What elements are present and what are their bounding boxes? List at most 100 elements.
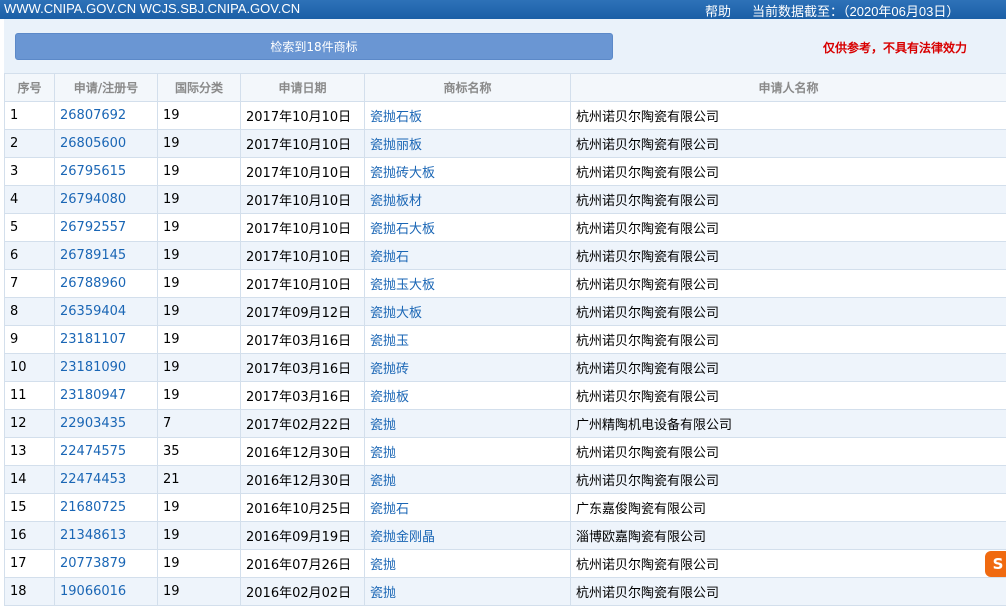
top-bar: WWW.CNIPA.GOV.CN WCJS.SBJ.CNIPA.GOV.CN 帮… (0, 0, 1006, 19)
row-index: 5 (10, 220, 19, 235)
table-cell: 杭州诺贝尔陶瓷有限公司 (570, 269, 1006, 298)
trademark-name-link[interactable]: 瓷抛板材 (370, 194, 422, 209)
table-cell: 瓷抛砖 (364, 353, 571, 382)
trademark-name-link[interactable]: 瓷抛石 (370, 502, 409, 517)
results-table: 序号 申请/注册号 国际分类 申请日期 商标名称 申请人名称 1 26807692… (4, 73, 1006, 606)
application-date: 2017年02月22日 (246, 418, 352, 433)
registration-number-link[interactable]: 26794080 (60, 192, 126, 207)
application-date: 2016年12月30日 (246, 446, 352, 461)
trademark-name-link[interactable]: 瓷抛石 (370, 250, 409, 265)
table-cell: 17 (4, 549, 55, 578)
registration-number-link[interactable]: 26792557 (60, 220, 126, 235)
sogou-input-icon[interactable]: S (985, 551, 1006, 577)
table-row: 16 21348613 19 2016年09月19日 瓷抛金刚晶 淄博欧嘉陶瓷有限公司 (4, 521, 1006, 550)
registration-number-link[interactable]: 26807692 (60, 108, 126, 123)
trademark-name-link[interactable]: 瓷抛砖 (370, 362, 409, 377)
applicant-name: 杭州诺贝尔陶瓷有限公司 (576, 334, 720, 349)
table-cell: 2017年10月10日 (240, 269, 365, 298)
registration-number-link[interactable]: 23181090 (60, 360, 126, 375)
row-index: 9 (10, 332, 19, 347)
help-link[interactable]: 帮助 (705, 1, 731, 20)
trademark-name-link[interactable]: 瓷抛 (370, 418, 396, 433)
international-class: 35 (163, 444, 180, 459)
table-cell: 瓷抛石大板 (364, 213, 571, 242)
table-cell: 杭州诺贝尔陶瓷有限公司 (570, 437, 1006, 466)
trademark-name-link[interactable]: 瓷抛玉大板 (370, 278, 435, 293)
table-cell: 8 (4, 297, 55, 326)
international-class: 19 (163, 108, 180, 123)
table-cell: 广州精陶机电设备有限公司 (570, 409, 1006, 438)
application-date: 2017年10月10日 (246, 194, 352, 209)
registration-number-link[interactable]: 20773879 (60, 556, 126, 571)
registration-number-link[interactable]: 26789145 (60, 248, 126, 263)
table-row: 14 22474453 21 2016年12月30日 瓷抛 杭州诺贝尔陶瓷有限公司 (4, 465, 1006, 494)
table-cell: 杭州诺贝尔陶瓷有限公司 (570, 381, 1006, 410)
table-cell: 瓷抛 (364, 465, 571, 494)
trademark-name-link[interactable]: 瓷抛 (370, 474, 396, 489)
trademark-name-link[interactable]: 瓷抛大板 (370, 306, 422, 321)
application-date: 2017年10月10日 (246, 250, 352, 265)
table-cell: 2016年02月02日 (240, 577, 365, 606)
table-row: 8 26359404 19 2017年09月12日 瓷抛大板 杭州诺贝尔陶瓷有限公司 (4, 297, 1006, 326)
trademark-name-link[interactable]: 瓷抛砖大板 (370, 166, 435, 181)
table-cell: 26807692 (54, 101, 158, 130)
registration-number-link[interactable]: 22474453 (60, 472, 126, 487)
registration-number-link[interactable]: 26795615 (60, 164, 126, 179)
registration-number-link[interactable]: 23181107 (60, 332, 126, 347)
application-date: 2017年10月10日 (246, 166, 352, 181)
registration-number-link[interactable]: 21348613 (60, 528, 126, 543)
trademark-name-link[interactable]: 瓷抛板 (370, 390, 409, 405)
trademark-name-link[interactable]: 瓷抛石大板 (370, 222, 435, 237)
applicant-name: 杭州诺贝尔陶瓷有限公司 (576, 138, 720, 153)
registration-number-link[interactable]: 19066016 (60, 584, 126, 599)
trademark-name-link[interactable]: 瓷抛金刚晶 (370, 530, 435, 545)
row-index: 11 (10, 388, 27, 403)
registration-number-link[interactable]: 21680725 (60, 500, 126, 515)
trademark-name-link[interactable]: 瓷抛丽板 (370, 138, 422, 153)
result-count-button[interactable]: 检索到18件商标 (15, 33, 613, 60)
table-cell: 杭州诺贝尔陶瓷有限公司 (570, 353, 1006, 382)
table-cell: 19 (157, 269, 241, 298)
table-cell: 13 (4, 437, 55, 466)
row-index: 8 (10, 304, 19, 319)
registration-number-link[interactable]: 22474575 (60, 444, 126, 459)
registration-number-link[interactable]: 26788960 (60, 276, 126, 291)
table-cell: 19 (157, 353, 241, 382)
table-cell: 杭州诺贝尔陶瓷有限公司 (570, 129, 1006, 158)
table-cell: 14 (4, 465, 55, 494)
row-index: 18 (10, 584, 27, 599)
site-domains: WWW.CNIPA.GOV.CN WCJS.SBJ.CNIPA.GOV.CN (4, 1, 301, 16)
table-cell: 20773879 (54, 549, 158, 578)
applicant-name: 淄博欧嘉陶瓷有限公司 (576, 530, 707, 545)
trademark-name-link[interactable]: 瓷抛 (370, 446, 396, 461)
row-index: 12 (10, 416, 27, 431)
table-cell: 2017年10月10日 (240, 241, 365, 270)
international-class: 19 (163, 192, 180, 207)
table-cell: 瓷抛板 (364, 381, 571, 410)
column-header-date: 申请日期 (240, 73, 365, 102)
applicant-name: 杭州诺贝尔陶瓷有限公司 (576, 306, 720, 321)
application-date: 2017年03月16日 (246, 334, 352, 349)
row-index: 6 (10, 248, 19, 263)
table-cell: 瓷抛石 (364, 493, 571, 522)
trademark-name-link[interactable]: 瓷抛石板 (370, 110, 422, 125)
registration-number-link[interactable]: 26805600 (60, 136, 126, 151)
table-cell: 瓷抛 (364, 409, 571, 438)
table-header-row: 序号 申请/注册号 国际分类 申请日期 商标名称 申请人名称 (4, 73, 1006, 102)
trademark-name-link[interactable]: 瓷抛 (370, 586, 396, 601)
table-cell: 10 (4, 353, 55, 382)
table-row: 17 20773879 19 2016年07月26日 瓷抛 杭州诺贝尔陶瓷有限公司 (4, 549, 1006, 578)
row-index: 2 (10, 136, 19, 151)
international-class: 19 (163, 332, 180, 347)
table-cell: 2016年10月25日 (240, 493, 365, 522)
row-index: 15 (10, 500, 27, 515)
table-cell: 2017年03月16日 (240, 381, 365, 410)
registration-number-link[interactable]: 23180947 (60, 388, 126, 403)
trademark-name-link[interactable]: 瓷抛 (370, 558, 396, 573)
application-date: 2017年10月10日 (246, 110, 352, 125)
applicant-name: 杭州诺贝尔陶瓷有限公司 (576, 390, 720, 405)
trademark-name-link[interactable]: 瓷抛玉 (370, 334, 409, 349)
registration-number-link[interactable]: 22903435 (60, 416, 126, 431)
registration-number-link[interactable]: 26359404 (60, 304, 126, 319)
applicant-name: 杭州诺贝尔陶瓷有限公司 (576, 110, 720, 125)
